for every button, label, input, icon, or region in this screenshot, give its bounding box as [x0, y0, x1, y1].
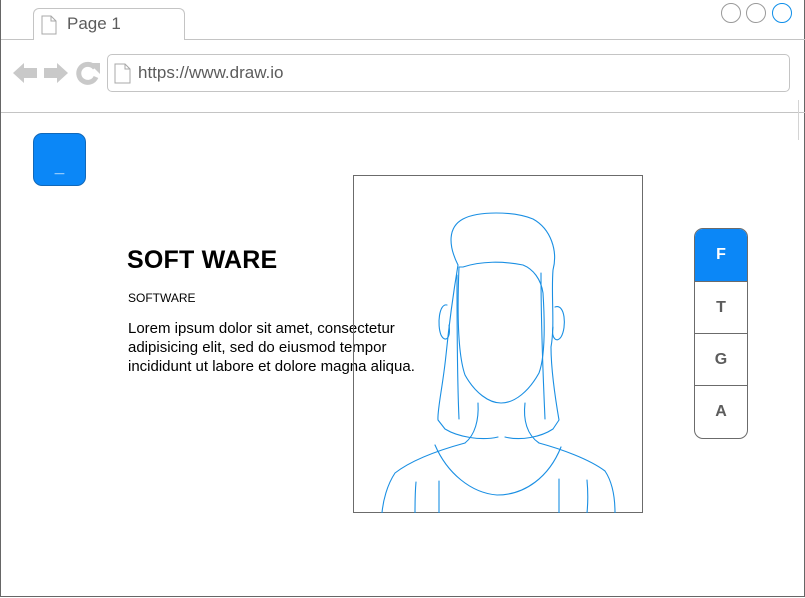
social-button-g[interactable]: G	[695, 334, 747, 386]
maximize-icon[interactable]	[746, 3, 766, 23]
page-headline: SOFT WARE	[127, 246, 278, 274]
social-button-a[interactable]: A	[695, 386, 747, 438]
menu-button[interactable]: _	[33, 133, 86, 186]
tab-strip: Page 1	[1, 0, 805, 40]
page-icon	[114, 63, 131, 84]
page-subheading: SOFTWARE	[128, 291, 196, 305]
url-input[interactable]	[138, 61, 738, 85]
tab-label: Page 1	[67, 14, 121, 33]
page-icon	[41, 15, 57, 35]
social-button-f[interactable]: F	[695, 229, 747, 281]
browser-window: Page 1 https://www.draw.io _ SOFT WARE S…	[0, 0, 805, 597]
scrollbar-track	[798, 100, 799, 140]
back-arrow-icon[interactable]	[12, 62, 38, 89]
nav-divider	[1, 112, 805, 113]
person-portrait-icon	[381, 212, 616, 513]
close-icon[interactable]	[772, 3, 792, 23]
minimize-icon[interactable]	[721, 3, 741, 23]
address-bar[interactable]	[107, 54, 790, 92]
social-button-t[interactable]: T	[695, 282, 747, 334]
navigation-bar	[1, 40, 805, 140]
forward-arrow-icon[interactable]	[43, 62, 69, 89]
portrait-image	[353, 175, 643, 513]
reload-icon[interactable]	[76, 61, 100, 90]
tab-page-1[interactable]: Page 1	[33, 8, 185, 40]
social-button-group: F T G A	[694, 228, 748, 439]
